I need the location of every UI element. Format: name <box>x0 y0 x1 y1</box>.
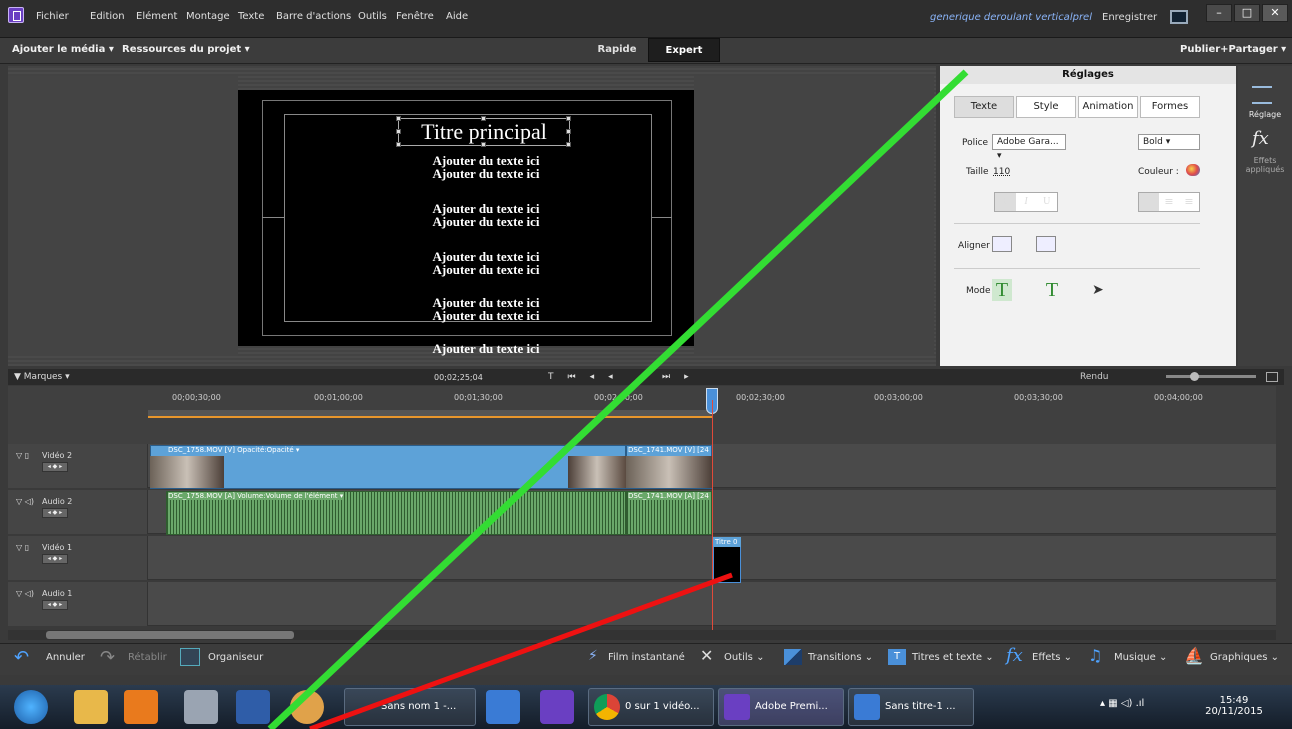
red-annotation-line <box>309 572 733 729</box>
annotation-overlay <box>267 69 969 729</box>
green-annotation-line <box>267 69 969 729</box>
